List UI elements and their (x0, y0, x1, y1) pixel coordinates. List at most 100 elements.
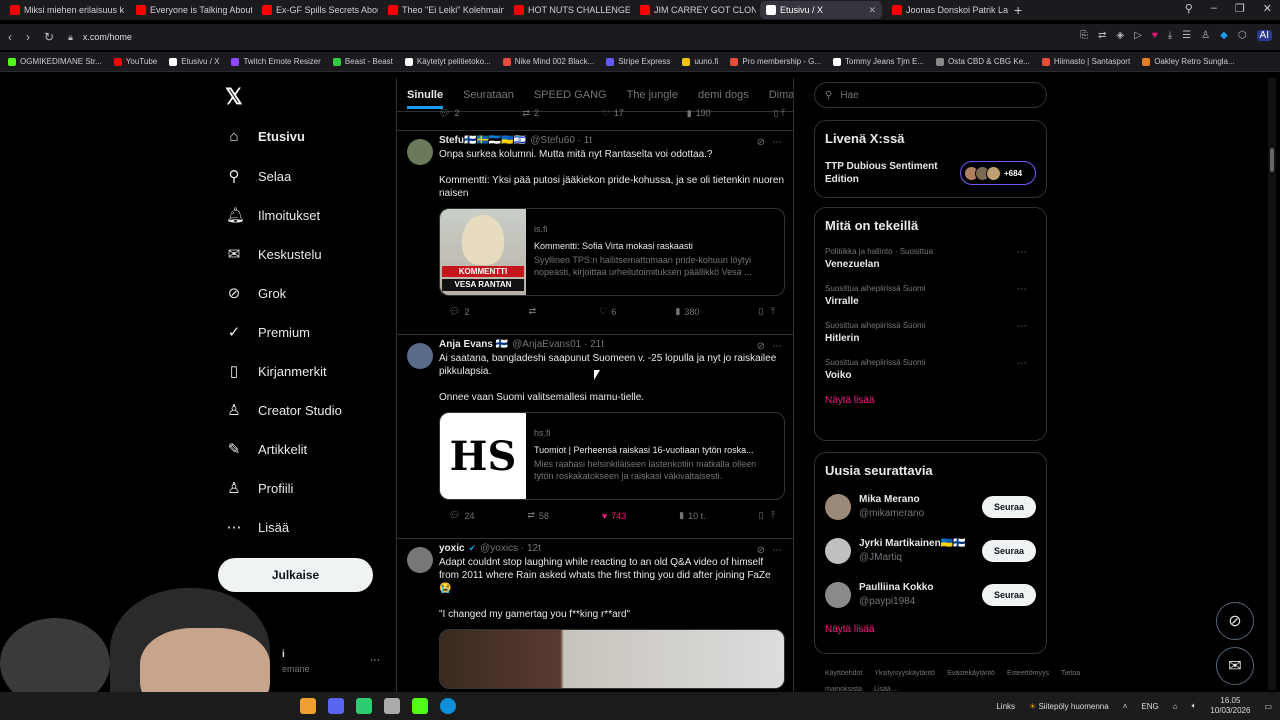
avatar[interactable] (407, 343, 433, 369)
avatar[interactable] (825, 538, 851, 564)
browser-tab[interactable]: Joonas Donskoi Patrik La✕ (886, 1, 1008, 19)
author-name[interactable]: yoxic (439, 543, 465, 554)
language-indicator[interactable]: ENG (1141, 702, 1158, 711)
footer-link[interactable]: Esteettömyys (1007, 670, 1049, 677)
more-icon[interactable]: ⋯ (1017, 247, 1028, 258)
shield-icon[interactable]: ◈ (1116, 30, 1124, 41)
more-icon[interactable]: ⋯ (772, 137, 783, 148)
follow-button[interactable]: Seuraa (982, 496, 1036, 518)
url-field[interactable]: x.com/home (83, 32, 132, 42)
play-icon[interactable]: ▷ (1134, 30, 1142, 41)
bookmark-button[interactable]: ▯ ⤒ (774, 108, 785, 119)
footer-link[interactable]: Evästekäytäntö (947, 670, 995, 677)
avatar[interactable] (825, 494, 851, 520)
search-tabs-icon[interactable]: ⚲ (1185, 2, 1193, 15)
account-more-icon[interactable]: ⋯ (370, 655, 381, 666)
browser-tab[interactable]: JIM CARREY GOT CLONED✕ (634, 1, 756, 19)
bookmark-item[interactable]: OGMIKEDIMANE Str... (8, 57, 102, 66)
post[interactable]: ⊘ ⋯ Anja Evans 🇫🇮 @AnjaEvans01 · 21t Ai … (397, 334, 793, 536)
more-icon[interactable]: ⋯ (1017, 284, 1028, 295)
nav-item-etusivu[interactable]: ⌂ Etusivu (226, 128, 305, 145)
new-tab-button[interactable]: + (1014, 2, 1022, 18)
like-button[interactable]: ♥ 743 (602, 511, 626, 521)
translate-icon[interactable]: ⇄ (1098, 30, 1106, 41)
bookmark-item[interactable]: Nike Mind 002 Black... (502, 57, 594, 66)
messages-fab-icon[interactable]: ✉ (1216, 647, 1254, 685)
account-icon[interactable]: ♙ (1201, 30, 1210, 41)
app-icon[interactable] (384, 698, 400, 714)
grok-icon[interactable]: ⊘ (757, 341, 765, 352)
browser-tab[interactable]: Everyone is Talking About✕ (130, 1, 252, 19)
app-icon[interactable] (300, 698, 316, 714)
follow-name[interactable]: Mika Merano (859, 493, 924, 507)
bookmark-item[interactable]: Tommy Jeans Tjm E... (833, 57, 924, 66)
share-icon[interactable]: ⎘ (1080, 30, 1088, 41)
follow-suggestion[interactable]: Jyrki Martikainen🇺🇦🇫🇮 @JMartiq Seuraa (825, 536, 1036, 566)
x-logo-icon[interactable]: 𝕏 (225, 84, 243, 110)
author-handle[interactable]: @Stefu60 · 1t (530, 135, 592, 146)
author-name[interactable]: Anja Evans 🇫🇮 (439, 339, 508, 350)
weather-widget[interactable]: ☀ Siitepöly huomenna (1029, 702, 1109, 711)
repost-button[interactable]: ⇄ 2 (522, 108, 539, 119)
bookmark-item[interactable]: YouTube (113, 57, 157, 66)
timeline-tab[interactable]: Dima's Dist (769, 89, 793, 101)
nav-item-premium[interactable]: ✓ Premium (226, 323, 310, 341)
links-toolbar[interactable]: Links (996, 702, 1015, 711)
repost-button[interactable]: ⇄ 58 (527, 510, 549, 521)
ai-icon[interactable]: AI (1256, 30, 1272, 41)
nav-item-selaa[interactable]: ⚲ Selaa (226, 167, 292, 185)
post-media[interactable] (439, 629, 785, 689)
post-button[interactable]: Julkaise (218, 558, 373, 592)
avatar[interactable] (825, 582, 851, 608)
reply-button[interactable]: 💬︎ 2 (449, 306, 469, 317)
browser-tab[interactable]: Miksi miehen erilaisuus k✕ (4, 1, 126, 19)
extension-icon[interactable]: ◆ (1220, 30, 1228, 41)
bookmark-share-buttons[interactable]: ▯ ⤒ (759, 510, 775, 521)
timeline-tab[interactable]: The jungle (627, 89, 678, 101)
bookmark-item[interactable]: Hiimasto | Santasport (1041, 57, 1130, 66)
tab-close-icon[interactable]: ✕ (868, 5, 876, 16)
volume-icon[interactable]: 🔈︎ (1192, 701, 1197, 711)
live-event-title[interactable]: TTP Dubious Sentiment Edition (825, 160, 955, 186)
browser-tab[interactable]: HOT NUTS CHALLENGE -✕ (508, 1, 630, 19)
download-icon[interactable]: ⤓ (1168, 30, 1172, 41)
follow-button[interactable]: Seuraa (982, 584, 1036, 606)
author-handle[interactable]: @yoxics · 12t (480, 543, 541, 554)
trend-item[interactable]: Suosittua aihepiirissä Suomi Voiko ⋯ (825, 358, 1036, 381)
discord-icon[interactable] (328, 698, 344, 714)
reply-button[interactable]: 💬︎ 2 (439, 108, 459, 119)
avatar[interactable] (407, 547, 433, 573)
author-name[interactable]: Stefu🇫🇮🇸🇪🇪🇪🇺🇦🇮🇱 (439, 135, 526, 146)
views-button[interactable]: ▮ 190 (687, 108, 711, 119)
follow-name[interactable]: Paulliina Kokko (859, 581, 933, 595)
nav-item-ilmoitukset[interactable]: 🔔︎ Ilmoitukset (226, 206, 320, 224)
trend-item[interactable]: Politiikka ja hallinto · Suosittua Venezu… (825, 247, 1036, 270)
trend-item[interactable]: Suosittua aihepiirissä Suomi Virralle ⋯ (825, 284, 1036, 307)
close-window-icon[interactable]: ✕ (1263, 2, 1272, 15)
like-button[interactable]: ♡ 17 (602, 108, 624, 119)
notification-icon[interactable]: ▭ (1264, 702, 1272, 711)
account-handle[interactable]: emane (282, 664, 310, 674)
nav-item-artikkelit[interactable]: ✎ Artikkelit (226, 440, 307, 458)
avatar[interactable] (407, 139, 433, 165)
bookmark-item[interactable]: Beast - Beast (332, 57, 393, 66)
bookmark-item[interactable]: Etusivu / X (169, 57, 219, 66)
nav-item-profiili[interactable]: ♙ Profiili (226, 479, 293, 497)
network-icon[interactable]: ⌂ (1173, 702, 1178, 711)
grok-icon[interactable]: ⊘ (757, 137, 765, 148)
clock[interactable]: 16.05 10/03/2026 (1210, 696, 1250, 716)
nav-item-creator-studio[interactable]: ♙ Creator Studio (226, 401, 342, 419)
bookmark-item[interactable]: Oakley Retro Sungla... (1142, 57, 1235, 66)
more-icon[interactable]: ⋯ (772, 341, 783, 352)
author-handle[interactable]: @AnjaEvans01 · 21t (512, 339, 604, 350)
forward-icon[interactable]: › (26, 30, 30, 44)
footer-link[interactable]: Yksityisyyskäytäntö (874, 670, 935, 677)
timeline-tab[interactable]: demi dogs (698, 89, 749, 101)
post[interactable]: ⊘ ⋯ Stefu🇫🇮🇸🇪🇪🇪🇺🇦🇮🇱 @Stefu60 · 1t Onpa s… (397, 130, 793, 332)
bookmark-item[interactable]: Käytetyt pelitietoko... (404, 57, 491, 66)
tray-up-icon[interactable]: ˄ (1123, 702, 1128, 711)
kick-icon[interactable] (412, 698, 428, 714)
more-icon[interactable]: ⋯ (772, 545, 783, 556)
browser-tab[interactable]: Ex-GF Spills Secrets About✕ (256, 1, 378, 19)
like-button[interactable]: ♡ 6 (599, 306, 616, 317)
